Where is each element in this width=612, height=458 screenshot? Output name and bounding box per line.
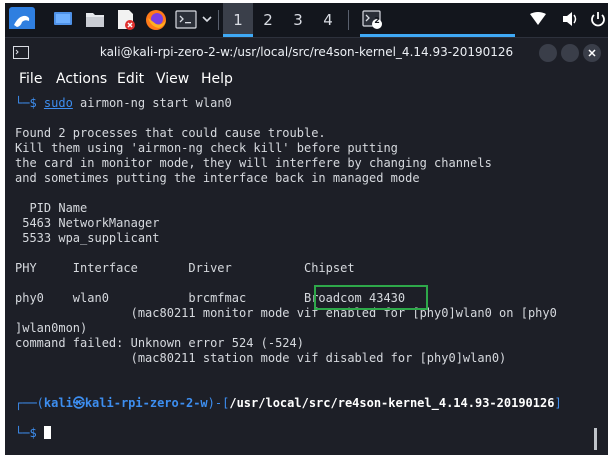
workspace-3[interactable]: 3 xyxy=(283,3,313,37)
prompt-close: ] xyxy=(554,396,562,410)
window-titlebar[interactable]: kali@kali-rpi-zero-2-w:/usr/local/src/re… xyxy=(5,37,608,67)
output-line: command failed: Unknown error 524 (-524) xyxy=(15,336,304,350)
command-rest: airmon-ng start wlan0 xyxy=(72,96,232,110)
prompt-user: kali xyxy=(43,396,73,410)
chipset-highlight-box xyxy=(314,285,428,310)
process-line: 5533 wpa_supplicant xyxy=(15,231,160,245)
text-editor-icon[interactable] xyxy=(115,9,137,31)
minimize-button[interactable] xyxy=(539,44,557,62)
terminal-output[interactable]: └─$ sudo airmon-ng start wlan0 Found 2 p… xyxy=(15,92,600,447)
window-title: kali@kali-rpi-zero-2-w:/usr/local/src/re… xyxy=(99,45,514,59)
warning-line: Kill them using 'airmon-ng check kill' b… xyxy=(15,141,398,155)
desktop-icon[interactable] xyxy=(53,9,73,31)
menu-file[interactable]: File xyxy=(19,67,42,92)
close-button[interactable] xyxy=(583,44,601,62)
prompt-arrow: └─$ xyxy=(15,96,37,110)
workspace-4[interactable]: 4 xyxy=(313,3,343,37)
screen: 1 2 3 4 2 kali@kali-rpi-zero-2-w:/usr/lo… xyxy=(5,3,608,455)
output-line: (mac80211 monitor mode vif enabled for [… xyxy=(15,306,557,320)
command-sudo: sudo xyxy=(43,96,73,110)
table-header: PHY Interface Driver Chipset xyxy=(15,261,355,275)
prompt-path: /usr/local/src/re4son-kernel_4.14.93-201… xyxy=(229,396,555,410)
notification-badge: 2 xyxy=(374,16,380,25)
prompt-line2: └─$ xyxy=(15,426,44,440)
command-line: └─$ sudo airmon-ng start wlan0 xyxy=(15,96,232,111)
files-icon[interactable] xyxy=(85,9,105,31)
prompt-mid: )-[ xyxy=(207,396,230,410)
chevron-down-icon[interactable] xyxy=(202,16,212,38)
prompt-open: ┌──( xyxy=(15,396,44,410)
menu-bar: File Actions Edit View Help xyxy=(5,67,608,92)
terminal-icon[interactable] xyxy=(175,10,197,32)
prompt-line: ┌──(kali㉿kali-rpi-zero-2-w)-[/usr/local/… xyxy=(15,396,562,411)
prompt-host: kali-rpi-zero-2-w xyxy=(84,396,208,410)
terminal-task-button[interactable]: 2 xyxy=(360,3,515,37)
kali-menu-icon[interactable] xyxy=(9,7,35,29)
top-panel: 1 2 3 4 2 xyxy=(5,3,608,37)
menu-view[interactable]: View xyxy=(156,67,189,92)
power-icon[interactable] xyxy=(590,11,606,33)
warning-line: the card in monitor mode, they will inte… xyxy=(15,156,492,170)
panel-separator xyxy=(218,10,219,30)
workspace-2[interactable]: 2 xyxy=(253,3,283,37)
firefox-icon[interactable] xyxy=(145,9,167,31)
scrollbar[interactable] xyxy=(594,428,597,450)
close-icon xyxy=(588,49,596,57)
warning-line: Found 2 processes that could cause troub… xyxy=(15,126,326,140)
workspace-1[interactable]: 1 xyxy=(223,3,253,37)
warning-line: and sometimes putting the interface back… xyxy=(15,171,420,185)
table-row-prefix: phy0 wlan0 brcmfmac xyxy=(15,291,304,305)
text-cursor xyxy=(43,426,51,439)
output-line: ]wlan0mon) xyxy=(15,321,88,335)
volume-icon[interactable] xyxy=(562,11,580,33)
menu-help[interactable]: Help xyxy=(201,67,233,92)
output-line: (mac80211 station mode vif disabled for … xyxy=(15,351,507,365)
process-line: 5463 NetworkManager xyxy=(15,216,160,230)
pid-header: PID Name xyxy=(15,201,88,215)
menu-actions[interactable]: Actions xyxy=(56,67,107,92)
panel-separator xyxy=(348,10,349,30)
maximize-button[interactable] xyxy=(561,44,579,62)
network-icon[interactable] xyxy=(530,12,546,34)
prompt-at: ㉿ xyxy=(72,396,85,410)
input-line[interactable]: └─$ xyxy=(15,426,51,441)
menu-edit[interactable]: Edit xyxy=(117,67,144,92)
